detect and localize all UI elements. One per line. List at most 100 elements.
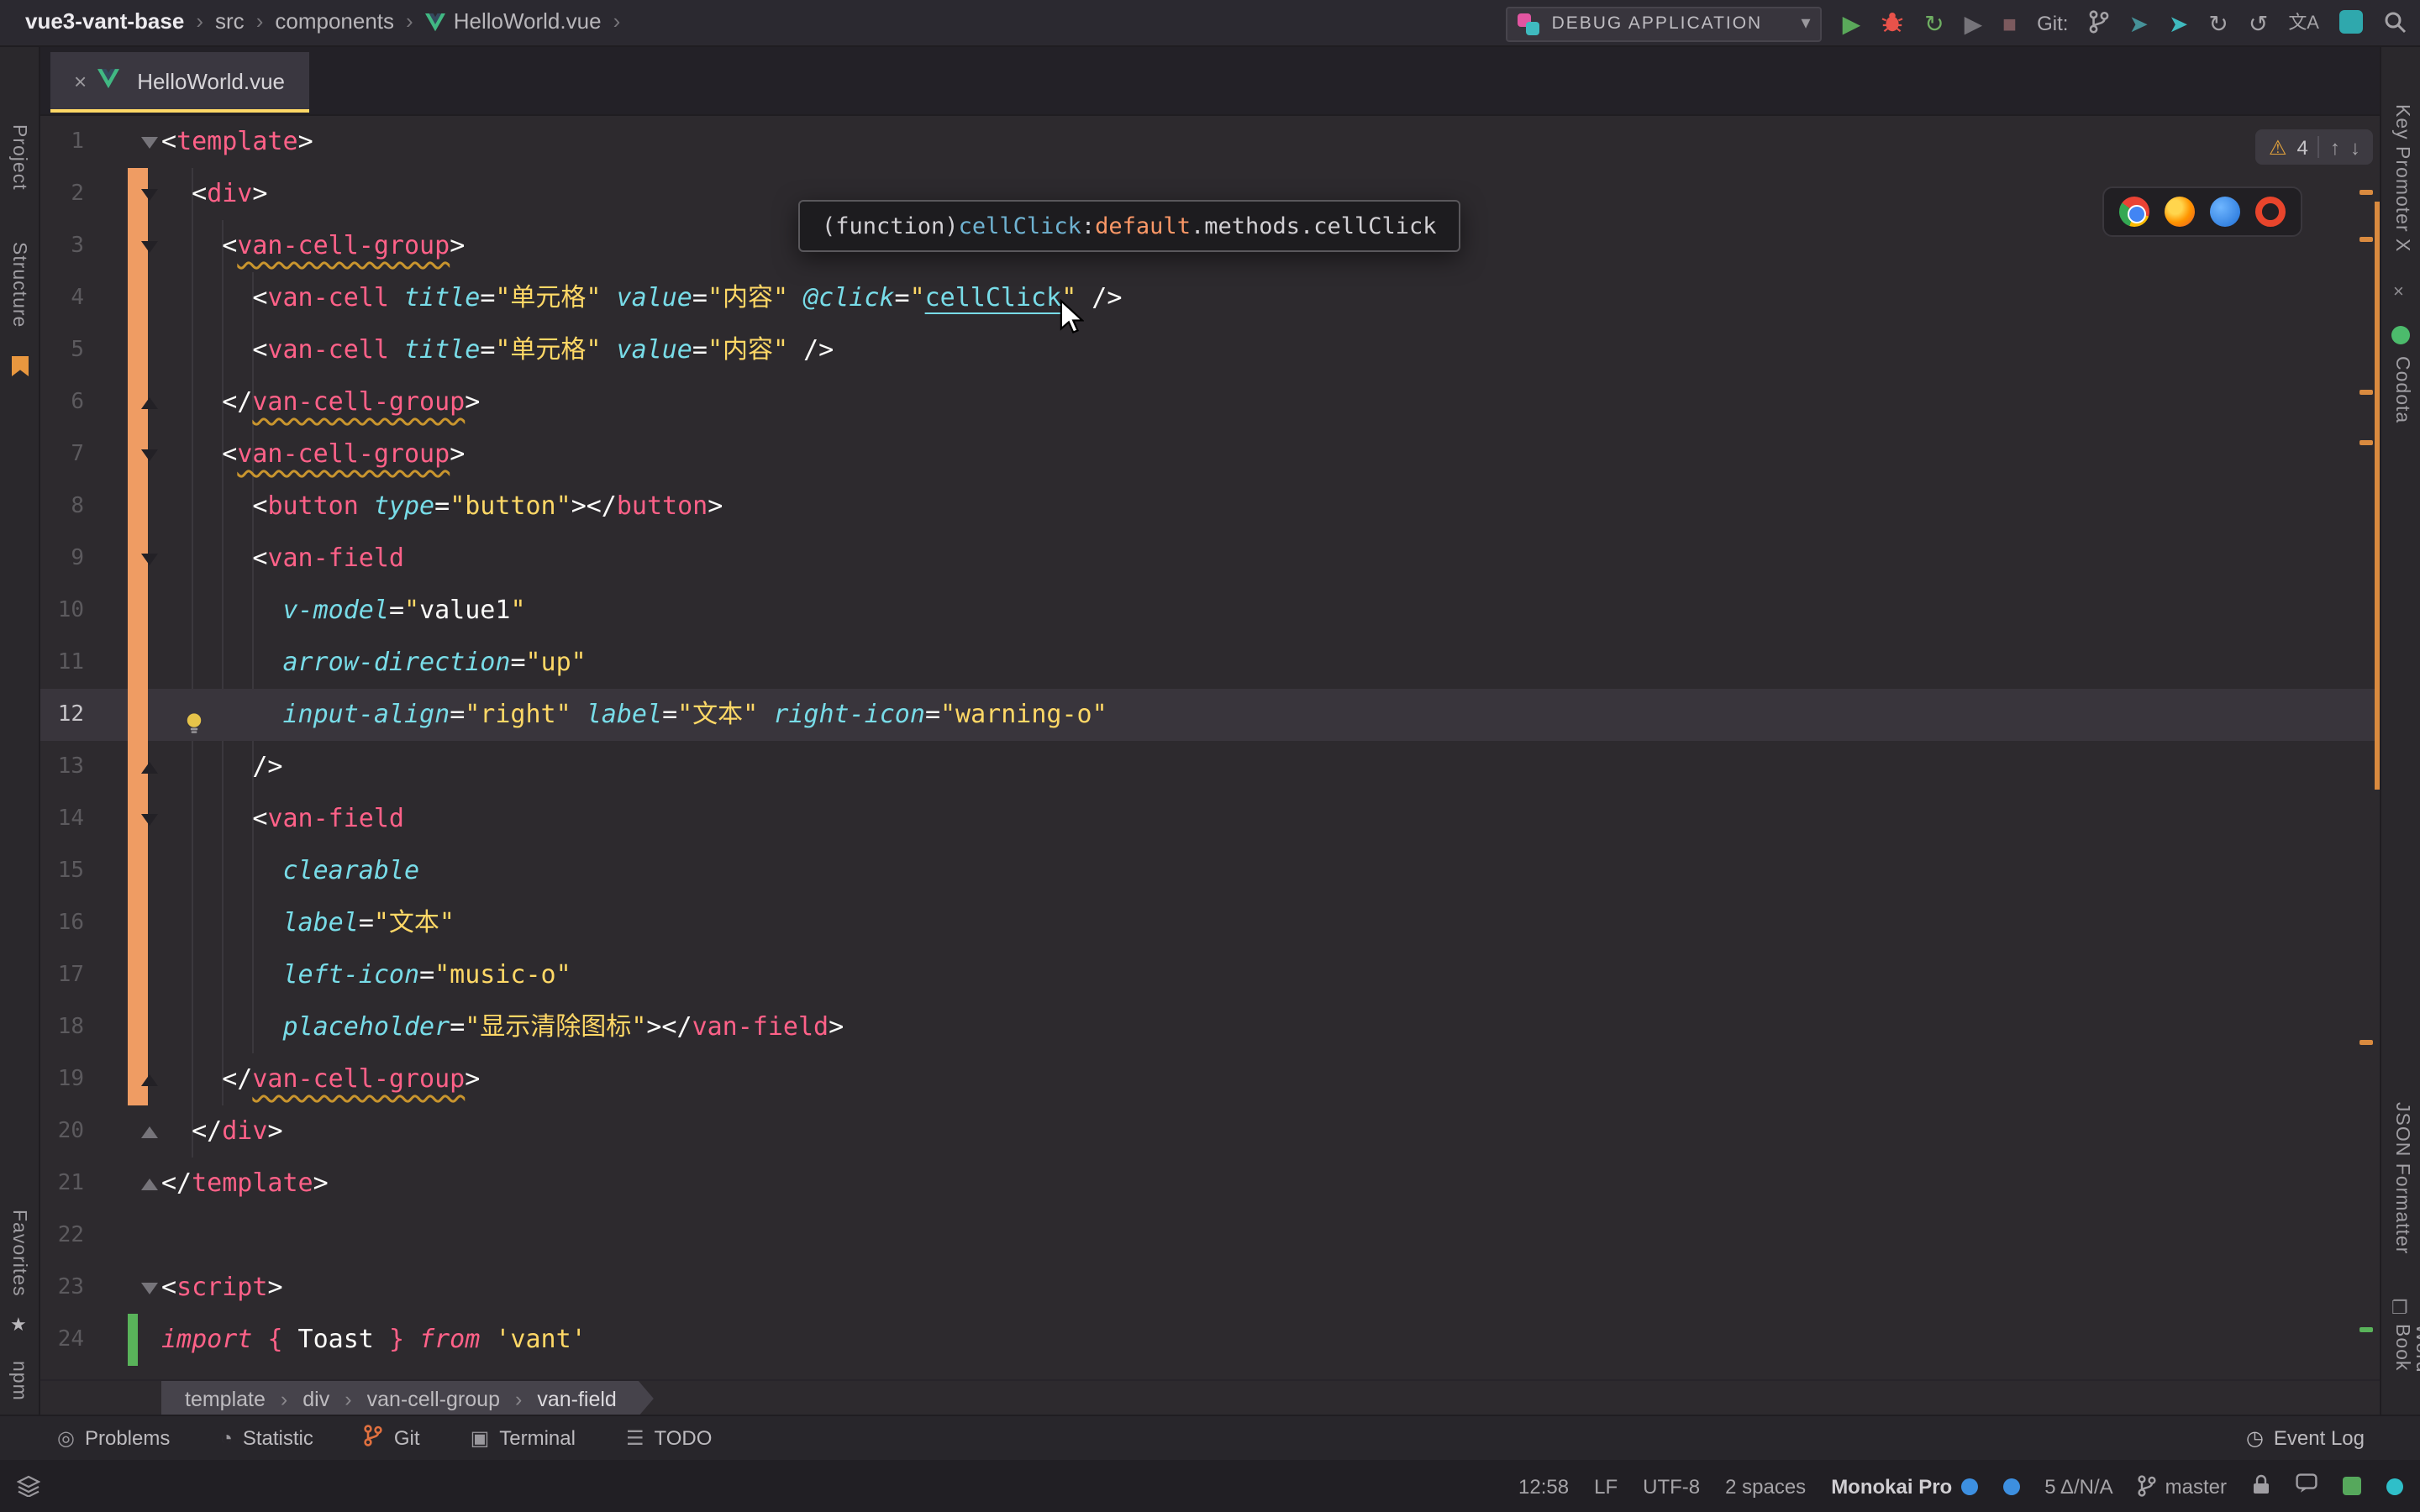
fold-down-icon[interactable] [141, 813, 158, 825]
breadcrumb-item-van-field[interactable]: van-field [537, 1387, 617, 1410]
stats-widget[interactable]: 5 Δ/N/A [2044, 1474, 2112, 1498]
update-project-icon[interactable]: ➤ [2128, 12, 2148, 35]
stripe-mark[interactable] [2360, 1040, 2373, 1045]
sidebar-item-npm[interactable]: npm [8, 1361, 29, 1401]
code-line-9[interactable]: 9 <van-field [40, 533, 2380, 585]
prev-warning-icon[interactable]: ↑ [2330, 135, 2340, 159]
sidebar-item-codota[interactable]: Codota [2391, 356, 2412, 423]
tool-button-git[interactable]: Git [364, 1425, 420, 1452]
close-icon[interactable]: × [74, 68, 87, 93]
git-branch-widget[interactable]: master [2139, 1474, 2227, 1498]
code-line-15[interactable]: 15 clearable [40, 845, 2380, 897]
next-warning-icon[interactable]: ↓ [2350, 135, 2360, 159]
tool-button-statistic[interactable]: ◔ Statistic [220, 1426, 313, 1450]
plugin-square-icon[interactable] [2339, 10, 2363, 37]
code-line-22[interactable]: 22 [40, 1210, 2380, 1262]
breadcrumb-item-template[interactable]: template [185, 1387, 266, 1410]
tool-button-terminal[interactable]: ▣ Terminal [471, 1426, 576, 1450]
fold-down-icon[interactable] [141, 188, 158, 200]
codota-status-icon[interactable] [2002, 1478, 2020, 1494]
code-line-7[interactable]: 7 <van-cell-group> [40, 428, 2380, 480]
push-commits-icon[interactable]: ➤ [2169, 12, 2188, 35]
rollback-icon[interactable]: ↺ [2249, 12, 2268, 35]
code-line-5[interactable]: 5 <van-cell title="单元格" value="内容" /> [40, 324, 2380, 376]
stripe-mark[interactable] [2360, 237, 2373, 242]
chrome-icon[interactable] [2119, 197, 2149, 227]
code-line-17[interactable]: 17 left-icon="music-o" [40, 949, 2380, 1001]
fold-down-icon[interactable] [141, 449, 158, 460]
book-icon[interactable]: ❐ [2391, 1297, 2408, 1319]
plugin-status-icon[interactable] [2343, 1477, 2361, 1495]
sidebar-item-json-formatter[interactable]: JSON Formatter [2391, 1102, 2412, 1254]
breadcrumb-item-van-cell-group[interactable]: van-cell-group [367, 1387, 500, 1410]
fold-up-icon[interactable] [141, 761, 158, 773]
stripe-mark-added[interactable] [2360, 1327, 2373, 1332]
breadcrumb-item[interactable]: HelloWorld.vue [454, 8, 602, 34]
sidebar-item-word-book[interactable]: Word Book [2391, 1324, 2420, 1415]
breadcrumb-item[interactable]: components [275, 8, 394, 34]
error-stripe[interactable] [2356, 116, 2380, 1379]
color-scheme[interactable]: Monokai Pro [1831, 1474, 1978, 1498]
code-line-4[interactable]: 4 <van-cell title="单元格" value="内容" @clic… [40, 272, 2380, 324]
code-line-8[interactable]: 8 <button type="button"></button> [40, 480, 2380, 533]
service-status-icon[interactable] [2386, 1478, 2403, 1494]
fold-down-icon[interactable] [141, 240, 158, 252]
firefox-icon[interactable] [2165, 197, 2195, 227]
breadcrumb-item-div[interactable]: div [302, 1387, 329, 1410]
stop-button[interactable]: ■ [2002, 12, 2017, 35]
sidebar-item-structure[interactable]: Structure [8, 242, 29, 328]
fold-up-icon[interactable] [141, 1178, 158, 1189]
breadcrumb-item[interactable]: src [215, 8, 245, 34]
tab-helloworld-vue[interactable]: × HelloWorld.vue [50, 52, 309, 113]
sidebar-item-key-promoter[interactable]: Key Promoter X [2391, 104, 2412, 252]
sidebar-item-favorites[interactable]: Favorites [8, 1210, 29, 1297]
editor[interactable]: 1 <template> 2 <div> 3 <van-cell-group> 4 <v… [40, 116, 2380, 1379]
code-line-20[interactable]: 20 </div> [40, 1105, 2380, 1158]
run-config-dropdown[interactable]: DEBUG APPLICATION ▾ [1506, 6, 1823, 41]
code-line-19[interactable]: 19 </van-cell-group> [40, 1053, 2380, 1105]
code-line-13[interactable]: 13 /> [40, 741, 2380, 793]
code-line-18[interactable]: 18 placeholder="显示清除图标"></van-field> [40, 1001, 2380, 1053]
code-line-10[interactable]: 10 v-model="value1" [40, 585, 2380, 637]
run-button[interactable]: ▶ [1843, 12, 1861, 35]
caret-position[interactable]: 12:58 [1518, 1474, 1569, 1498]
fold-up-icon[interactable] [141, 1074, 158, 1085]
stripe-mark[interactable] [2360, 190, 2373, 195]
indent-setting[interactable]: 2 spaces [1725, 1474, 1806, 1498]
star-icon[interactable]: ★ [10, 1314, 27, 1336]
fold-down-icon[interactable] [141, 1282, 158, 1294]
fold-down-icon[interactable] [141, 136, 158, 148]
breadcrumb-item[interactable]: vue3-vant-base [25, 8, 184, 34]
line-ending[interactable]: LF [1594, 1474, 1618, 1498]
key-promoter-icon[interactable]: × [2393, 282, 2404, 302]
bookmark-icon[interactable] [12, 356, 29, 376]
fold-up-icon[interactable] [141, 396, 158, 408]
fold-up-icon[interactable] [141, 1126, 158, 1137]
rerun-coverage-button[interactable]: ↻ [1924, 12, 1944, 35]
sidebar-item-project[interactable]: Project [8, 124, 29, 191]
inspections-widget[interactable]: ⚠ 4 ↑ ↓ [2255, 129, 2374, 165]
code-line-6[interactable]: 6 </van-cell-group> [40, 376, 2380, 428]
translate-icon[interactable]: 文A [2288, 13, 2319, 33]
profile-button[interactable]: ▶ [1965, 12, 1983, 35]
code-line-16[interactable]: 16 label="文本" [40, 897, 2380, 949]
code-line-21[interactable]: 21 </template> [40, 1158, 2380, 1210]
code-line-1[interactable]: 1 <template> [40, 116, 2380, 168]
code-line-24[interactable]: 24 import { Toast } from 'vant' [40, 1314, 2380, 1366]
stripe-mark[interactable] [2360, 390, 2373, 395]
lock-icon[interactable] [2252, 1473, 2270, 1499]
fold-down-icon[interactable] [141, 553, 158, 564]
codota-icon[interactable] [2391, 326, 2410, 344]
tool-button-event-log[interactable]: ◷ Event Log [2246, 1426, 2365, 1450]
history-icon[interactable]: ↻ [2208, 12, 2228, 35]
debug-button[interactable] [1881, 10, 1904, 37]
edge-icon[interactable] [2210, 197, 2240, 227]
code-line-23[interactable]: 23 <script> [40, 1262, 2380, 1314]
code-line-12[interactable]: 12 input-align="right" label="文本" right-… [40, 689, 2380, 741]
code-line-11[interactable]: 11 arrow-direction="up" [40, 637, 2380, 689]
stripe-mark[interactable] [2360, 440, 2373, 445]
tool-button-problems[interactable]: ◎ Problems [57, 1426, 170, 1450]
tool-button-todo[interactable]: ☰ TODO [626, 1426, 712, 1450]
search-everywhere-icon[interactable] [2383, 10, 2407, 37]
opera-icon[interactable] [2255, 197, 2286, 227]
